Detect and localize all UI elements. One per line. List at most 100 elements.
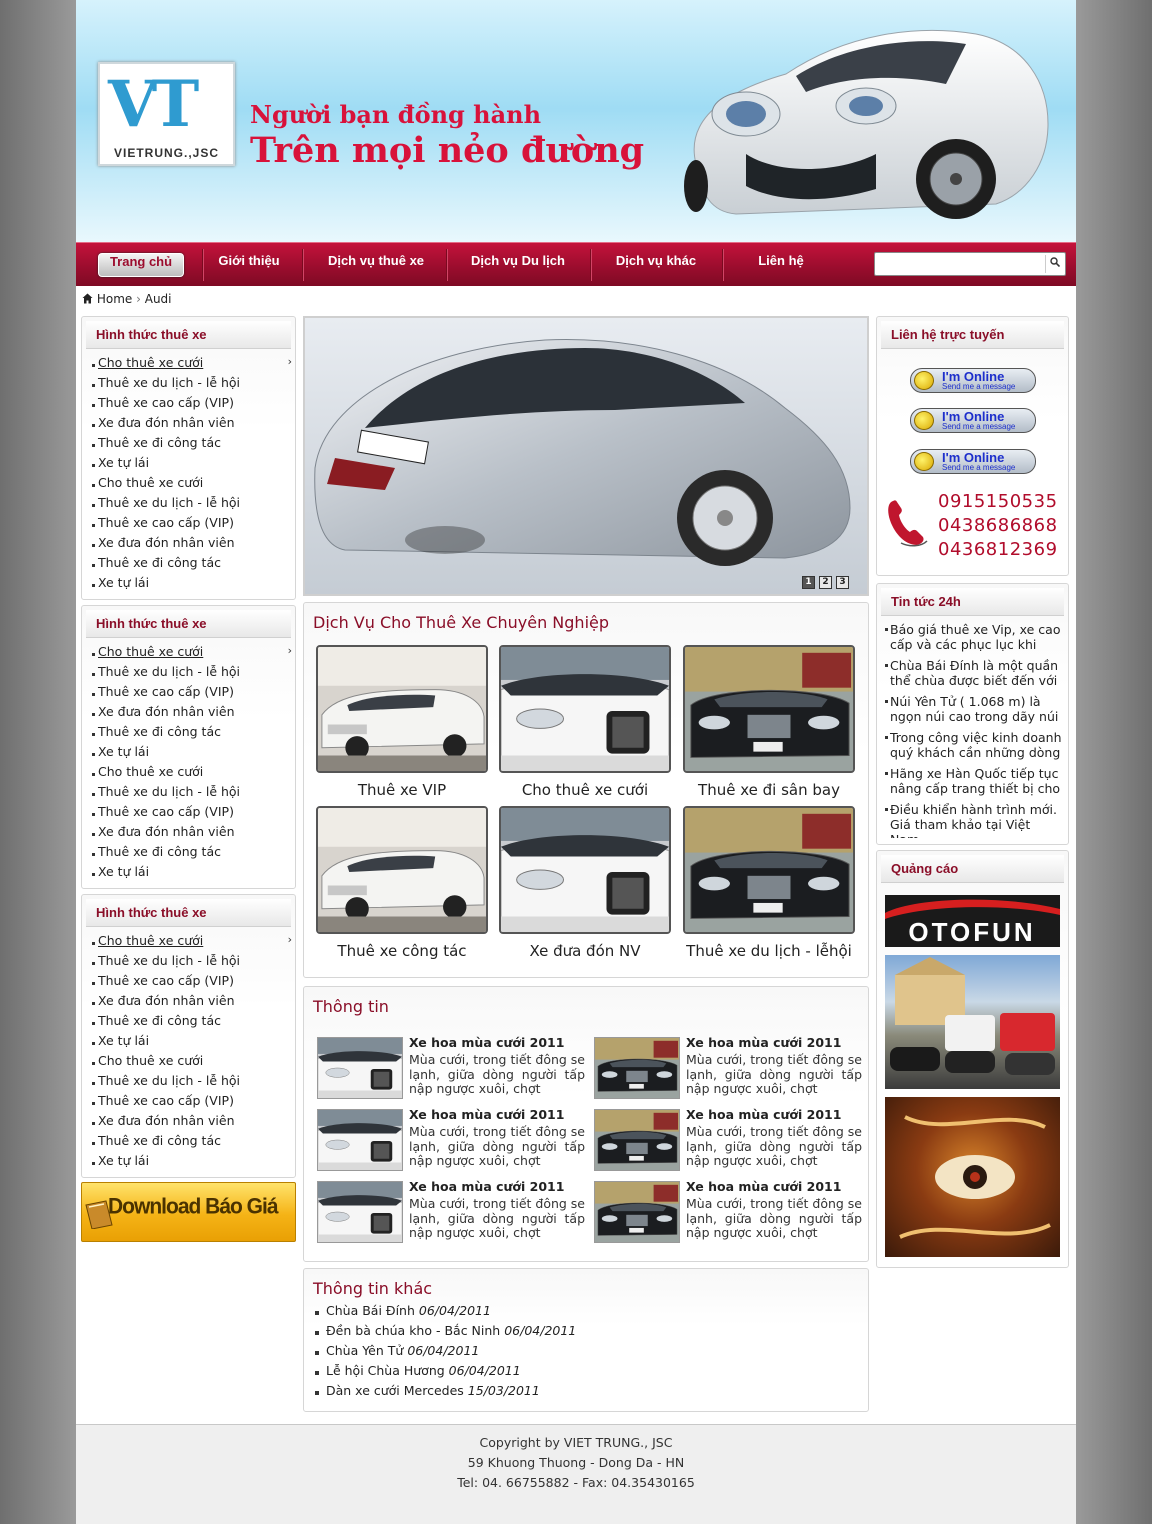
rental-type-link[interactable]: Thuê xe cao cấp (VIP) xyxy=(98,684,234,699)
rental-type-link[interactable]: Thuê xe đi công tác xyxy=(98,724,221,739)
news24-item[interactable]: Hãng xe Hàn Quốc tiếp tục nâng cấp trang… xyxy=(885,766,1063,802)
rental-type-link[interactable]: Thuê xe du lịch - lễ hội xyxy=(98,953,240,968)
yahoo-online-button[interactable]: I'm Online Send me a message xyxy=(910,449,1036,474)
rental-type-item[interactable]: Xe đưa đón nhân viên xyxy=(92,415,292,435)
rental-type-link[interactable]: Thuê xe du lịch - lễ hội xyxy=(98,495,240,510)
rental-type-link[interactable]: Cho thuê xe cưới xyxy=(98,644,203,659)
rental-type-link[interactable]: Xe đưa đón nhân viên xyxy=(98,1113,235,1128)
rental-type-item[interactable]: Xe tự lái xyxy=(92,455,292,475)
rental-type-item[interactable]: Thuê xe cao cấp (VIP) xyxy=(92,395,292,415)
news-title[interactable]: Xe hoa mùa cưới 2011 xyxy=(686,1179,841,1194)
other-info-link[interactable]: Đền bà chúa kho - Bắc Ninh xyxy=(326,1323,500,1338)
rental-type-link[interactable]: Xe tự lái xyxy=(98,455,149,470)
nav-travel[interactable]: Dịch vụ Du lịch xyxy=(448,253,588,277)
phone-number[interactable]: 0438686868 xyxy=(938,515,1058,536)
service-card[interactable]: Xe đưa đón NV xyxy=(499,806,671,966)
news-title[interactable]: Xe hoa mùa cưới 2011 xyxy=(686,1107,841,1122)
news-title[interactable]: Xe hoa mùa cưới 2011 xyxy=(686,1035,841,1050)
rental-type-link[interactable]: Thuê xe du lịch - lễ hội xyxy=(98,784,240,799)
rental-type-link[interactable]: Cho thuê xe cưới xyxy=(98,355,203,370)
news-item[interactable]: Xe hoa mùa cưới 2011 Mùa cưới, trong tiết… xyxy=(317,1179,585,1247)
slider-page-1[interactable]: 1 xyxy=(802,576,815,589)
rental-type-item[interactable]: Xe tự lái xyxy=(92,1153,292,1173)
other-info-link[interactable]: Chùa Yên Tử xyxy=(326,1343,403,1358)
rental-type-link[interactable]: Xe đưa đón nhân viên xyxy=(98,415,235,430)
rental-type-item[interactable]: Thuê xe đi công tác xyxy=(92,555,292,575)
rental-type-item[interactable]: Thuê xe du lịch - lễ hội xyxy=(92,375,292,395)
other-info-item[interactable]: Dàn xe cưới Mercedes 15/03/2011 xyxy=(314,1383,576,1403)
service-caption[interactable]: Xe đưa đón NV xyxy=(489,942,681,960)
rental-type-link[interactable]: Cho thuê xe cưới xyxy=(98,1053,203,1068)
rental-type-item[interactable]: Xe tự lái xyxy=(92,575,292,595)
service-card[interactable]: Thuê xe công tác xyxy=(316,806,488,966)
rental-type-link[interactable]: Xe đưa đón nhân viên xyxy=(98,535,235,550)
news24-item[interactable]: Trong công việc kinh doanh quý khách cần… xyxy=(885,730,1063,766)
nav-other-services[interactable]: Dịch vụ khác xyxy=(592,253,720,277)
news-title[interactable]: Xe hoa mùa cưới 2011 xyxy=(409,1035,564,1050)
rental-type-item[interactable]: Thuê xe đi công tác xyxy=(92,1133,292,1153)
rental-type-item[interactable]: Thuê xe đi công tác xyxy=(92,844,292,864)
rental-type-link[interactable]: Thuê xe du lịch - lễ hội xyxy=(98,664,240,679)
rental-type-item[interactable]: Xe đưa đón nhân viên xyxy=(92,535,292,555)
rental-type-item[interactable]: Xe đưa đón nhân viên xyxy=(92,993,292,1013)
news24-item[interactable]: Chùa Bái Đính là một quần thể chùa được … xyxy=(885,658,1063,694)
image-slider[interactable]: 1 2 3 xyxy=(303,316,869,596)
phone-number[interactable]: 0915150535 xyxy=(938,491,1058,512)
other-info-item[interactable]: Lễ hội Chùa Hương 06/04/2011 xyxy=(314,1363,576,1383)
rental-type-item[interactable]: Thuê xe cao cấp (VIP) xyxy=(92,515,292,535)
nav-home[interactable]: Trang chủ xyxy=(98,253,184,277)
site-logo[interactable]: VT VIETRUNG.,JSC xyxy=(98,62,235,166)
rental-type-item[interactable]: Thuê xe cao cấp (VIP) xyxy=(92,804,292,824)
service-card[interactable]: Thuê xe VIP xyxy=(316,645,488,805)
news-item[interactable]: Xe hoa mùa cưới 2011 Mùa cưới, trong tiết… xyxy=(317,1107,585,1175)
search-button[interactable] xyxy=(1045,255,1063,273)
rental-type-item[interactable]: Thuê xe cao cấp (VIP) xyxy=(92,973,292,993)
rental-type-link[interactable]: Thuê xe đi công tác xyxy=(98,844,221,859)
rental-type-item[interactable]: Thuê xe đi công tác xyxy=(92,435,292,455)
ad-art-image[interactable] xyxy=(885,1097,1060,1257)
rental-type-link[interactable]: Xe tự lái xyxy=(98,1153,149,1168)
rental-type-item[interactable]: Xe đưa đón nhân viên xyxy=(92,1113,292,1133)
rental-type-item[interactable]: Xe tự lái xyxy=(92,744,292,764)
rental-type-link[interactable]: Thuê xe đi công tác xyxy=(98,435,221,450)
rental-type-item[interactable]: Thuê xe đi công tác xyxy=(92,1013,292,1033)
rental-type-link[interactable]: Cho thuê xe cưới xyxy=(98,764,203,779)
service-caption[interactable]: Cho thuê xe cưới xyxy=(489,781,681,799)
news-title[interactable]: Xe hoa mùa cưới 2011 xyxy=(409,1179,564,1194)
other-info-link[interactable]: Lễ hội Chùa Hương xyxy=(326,1363,445,1378)
yahoo-online-button[interactable]: I'm Online Send me a message xyxy=(910,368,1036,393)
rental-type-link[interactable]: Thuê xe du lịch - lễ hội xyxy=(98,1073,240,1088)
rental-type-item[interactable]: Cho thuê xe cưới xyxy=(92,764,292,784)
rental-type-item[interactable]: Thuê xe du lịch - lễ hội xyxy=(92,664,292,684)
service-card[interactable]: Thuê xe du lịch - lễhội xyxy=(683,806,855,966)
phone-number[interactable]: 0436812369 xyxy=(938,539,1058,560)
rental-type-link[interactable]: Xe đưa đón nhân viên xyxy=(98,993,235,1008)
other-info-item[interactable]: Đền bà chúa kho - Bắc Ninh 06/04/2011 xyxy=(314,1323,576,1343)
rental-type-link[interactable]: Thuê xe cao cấp (VIP) xyxy=(98,395,234,410)
rental-type-item[interactable]: Thuê xe đi công tác xyxy=(92,724,292,744)
rental-type-item[interactable]: Thuê xe cao cấp (VIP) xyxy=(92,684,292,704)
rental-type-link[interactable]: Xe tự lái xyxy=(98,744,149,759)
rental-type-item[interactable]: Xe tự lái xyxy=(92,1033,292,1053)
news24-item[interactable]: Điều khiển hành trình mới. Giá tham khảo… xyxy=(885,802,1063,838)
rental-type-link[interactable]: Cho thuê xe cưới xyxy=(98,475,203,490)
service-caption[interactable]: Thuê xe đi sân bay xyxy=(673,781,865,799)
rental-type-link[interactable]: Thuê xe cao cấp (VIP) xyxy=(98,515,234,530)
rental-type-link[interactable]: Xe tự lái xyxy=(98,864,149,879)
ad-otofun-banner[interactable]: OTOFUN xyxy=(885,895,1060,947)
news-item[interactable]: Xe hoa mùa cưới 2011 Mùa cưới, trong tiết… xyxy=(594,1179,862,1247)
service-caption[interactable]: Thuê xe VIP xyxy=(306,781,498,799)
download-price-list-button[interactable]: Download Báo Giá xyxy=(81,1182,296,1242)
news-item[interactable]: Xe hoa mùa cưới 2011 Mùa cưới, trong tiết… xyxy=(317,1035,585,1103)
rental-type-link[interactable]: Xe tự lái xyxy=(98,1033,149,1048)
rental-type-link[interactable]: Thuê xe cao cấp (VIP) xyxy=(98,804,234,819)
service-caption[interactable]: Thuê xe du lịch - lễhội xyxy=(673,942,865,960)
service-card[interactable]: Cho thuê xe cưới xyxy=(499,645,671,805)
rental-type-item[interactable]: Thuê xe du lịch - lễ hội xyxy=(92,784,292,804)
slider-page-3[interactable]: 3 xyxy=(836,576,849,589)
other-info-link[interactable]: Chùa Bái Đính xyxy=(326,1303,415,1318)
search-input[interactable] xyxy=(877,254,1041,274)
news24-item[interactable]: Núi Yên Tử ( 1.068 m) là ngọn núi cao tr… xyxy=(885,694,1063,730)
other-info-item[interactable]: Chùa Yên Tử 06/04/2011 xyxy=(314,1343,576,1363)
rental-type-link[interactable]: Thuê xe cao cấp (VIP) xyxy=(98,973,234,988)
